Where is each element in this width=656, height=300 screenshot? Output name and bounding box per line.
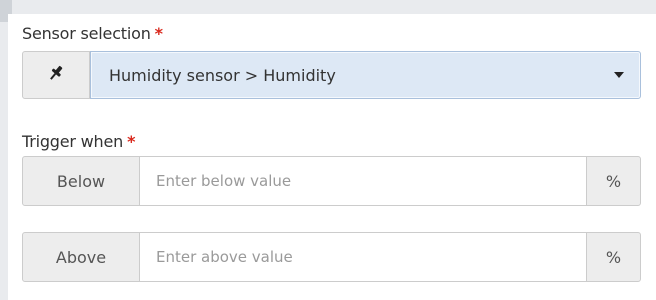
required-indicator: * [127,132,136,151]
trigger-config-panel: Sensor selection * Humidity sensor > Humi… [8,14,656,300]
sensor-selection-text: Sensor selection [22,24,151,43]
trigger-when-text: Trigger when [22,132,124,151]
above-unit-addon: % [586,232,641,282]
below-unit-addon: % [586,156,641,206]
chevron-down-icon[interactable] [614,72,624,78]
sensor-select-dropdown[interactable]: Humidity sensor > Humidity [90,51,641,99]
above-placeholder: Enter above value [156,248,293,266]
sensor-select-value: Humidity sensor > Humidity [109,65,336,85]
trigger-when-label: Trigger when * [22,132,135,151]
above-label-addon: Above [22,232,140,282]
above-value-input[interactable]: Enter above value [140,232,586,282]
below-value-input[interactable]: Enter below value [140,156,586,206]
sensor-selection-label: Sensor selection * [22,24,163,43]
below-label-addon: Below [22,156,140,206]
below-placeholder: Enter below value [156,172,292,190]
plug-icon [46,64,66,86]
required-indicator: * [154,24,163,43]
below-label: Below [56,171,106,191]
above-label: Above [55,247,107,267]
below-unit: % [605,171,622,191]
above-unit: % [605,247,622,267]
sensor-icon-addon [22,51,90,99]
